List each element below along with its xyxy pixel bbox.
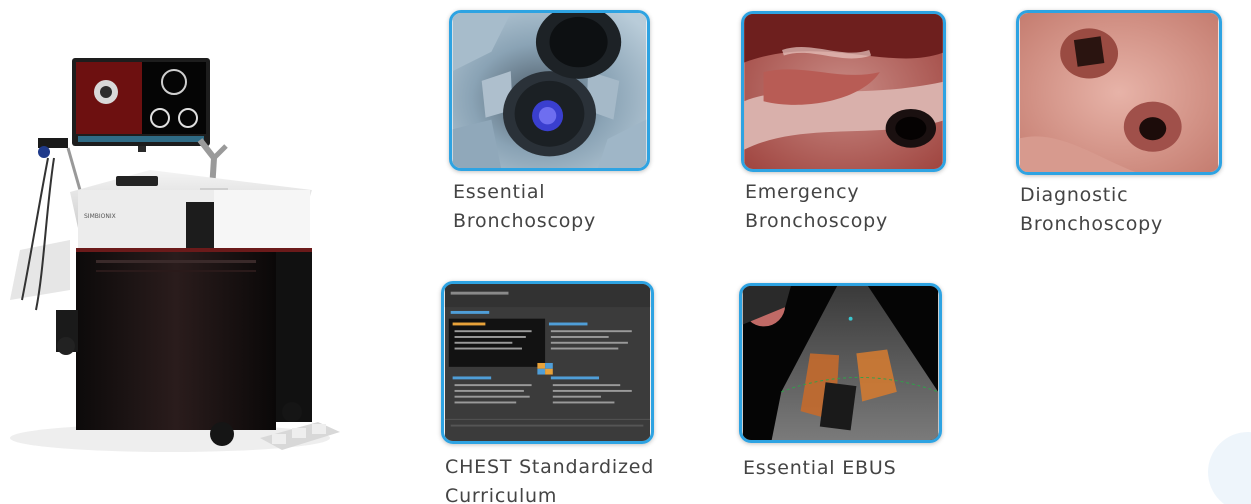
curriculum-slide-image[interactable]: [441, 281, 654, 444]
module-title: Essential EBUS: [743, 457, 897, 479]
monitor: [72, 58, 210, 152]
bronchial-branch-view-image[interactable]: [1016, 10, 1222, 175]
ultrasound-view-image[interactable]: [739, 283, 942, 443]
airway-virtual-view-image[interactable]: [449, 10, 650, 171]
brand-label: SIMBIONIX: [84, 213, 116, 220]
bleeding-airway-view-image[interactable]: [741, 11, 946, 172]
decorative-circle: [1208, 432, 1251, 504]
module-title: Emergency Bronchoscopy: [745, 181, 889, 232]
module-title: Essential Bronchoscopy: [453, 181, 597, 232]
simulator-illustration: SIMBIONIX: [10, 58, 340, 452]
module-title: Diagnostic Bronchoscopy: [1020, 184, 1164, 235]
module-title: CHEST Standardized Curriculum: [445, 456, 655, 504]
